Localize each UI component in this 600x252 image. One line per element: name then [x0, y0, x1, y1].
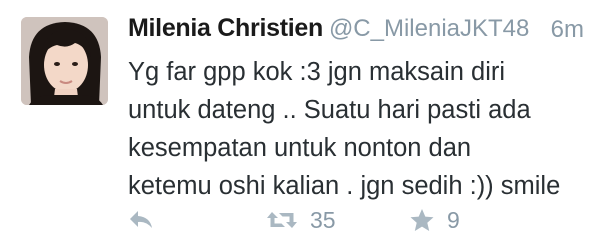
author-handle[interactable]: @C_MileniaJKT48: [329, 15, 529, 42]
tweet-text: Yg far gpp kok :3 jgn maksain diri untuk…: [128, 58, 561, 200]
reply-button[interactable]: [128, 200, 154, 240]
star-icon: [410, 208, 434, 231]
retweet-icon: [267, 212, 297, 228]
retweet-button[interactable]: 35: [266, 200, 336, 240]
favorite-button[interactable]: 9: [409, 200, 460, 240]
tweet-actions: 35 9: [128, 200, 588, 240]
retweet-count: 35: [310, 206, 336, 233]
favorite-count: 9: [447, 206, 460, 233]
author-name[interactable]: Milenia Christien: [128, 14, 323, 42]
tweet-timestamp[interactable]: 6m: [551, 16, 584, 44]
avatar-image: [21, 17, 108, 105]
avatar[interactable]: [21, 17, 108, 105]
tweet-header: Milenia Christien @C_MileniaJKT48 6m: [128, 14, 584, 48]
reply-icon: [130, 211, 152, 228]
tweet-card: Milenia Christien @C_MileniaJKT48 6m Yg f…: [0, 0, 600, 252]
